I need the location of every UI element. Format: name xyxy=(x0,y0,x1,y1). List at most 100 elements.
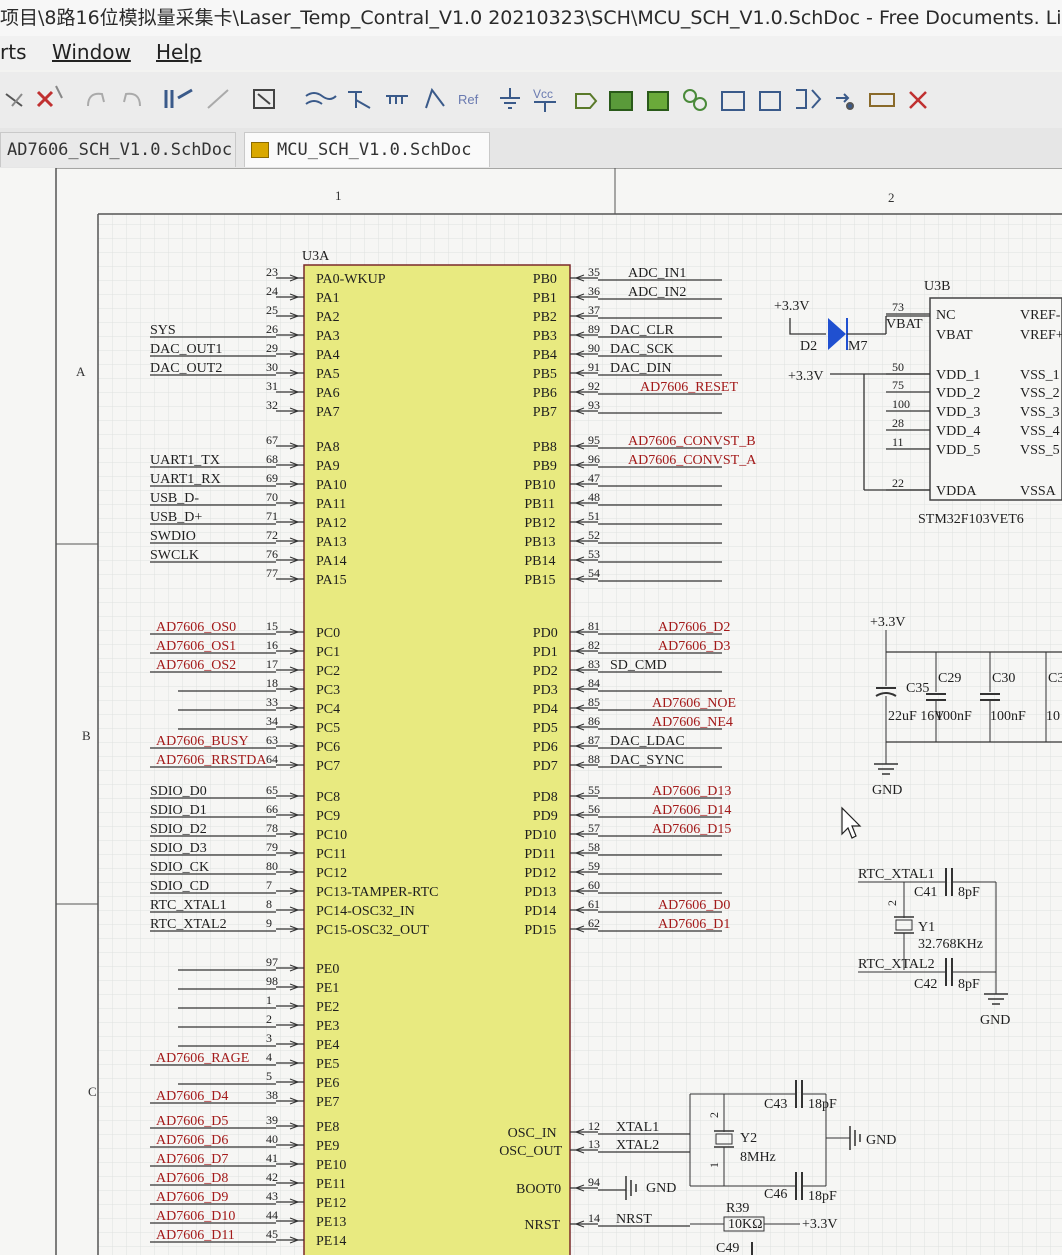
u3a-body[interactable] xyxy=(303,264,571,1255)
net-label: SDIO_D3 xyxy=(150,841,207,856)
pin-name: PB4 xyxy=(533,348,557,363)
pin-number: 14 xyxy=(588,1211,600,1225)
pin-name: PB12 xyxy=(524,516,555,531)
pin-name: PD7 xyxy=(533,759,558,774)
pin-name: PB6 xyxy=(533,386,557,401)
u3b-pin-vss4[interactable]: VSS_4 xyxy=(1020,424,1060,439)
redo-icon[interactable] xyxy=(123,92,141,107)
pin-number: 5 xyxy=(266,1069,272,1083)
component-icon[interactable] xyxy=(721,91,745,111)
pin-number: 86 xyxy=(588,714,600,728)
menu-item-help[interactable]: Help xyxy=(156,40,202,64)
pin-number: 25 xyxy=(266,303,278,317)
pin-name: PE12 xyxy=(316,1196,346,1211)
diode-part: M7 xyxy=(848,339,867,354)
pin-name: VDD_5 xyxy=(936,443,980,458)
u3b-pin-vref[interactable]: VREF- xyxy=(1020,308,1061,323)
net-label: AD7606_D8 xyxy=(156,1171,228,1186)
pin-name: PD8 xyxy=(533,790,558,805)
port-icon[interactable] xyxy=(575,93,598,109)
pin-name: PE11 xyxy=(316,1177,346,1192)
pin-number: 30 xyxy=(266,360,278,374)
pin-name: PD10 xyxy=(524,828,556,843)
bus-icon[interactable] xyxy=(305,92,337,105)
bus-entry-icon[interactable] xyxy=(348,91,371,109)
pin-number: 61 xyxy=(588,897,600,911)
net-label: AD7606_D9 xyxy=(156,1190,228,1205)
net-label: ADC_IN2 xyxy=(628,285,686,300)
pin-name: PE3 xyxy=(316,1019,339,1034)
net-label: SDIO_CD xyxy=(150,879,209,894)
pin-number: 1 xyxy=(266,993,272,1007)
pin-name: PB5 xyxy=(533,367,557,382)
harness-connector-icon[interactable] xyxy=(796,89,822,109)
window-title: 项目\8路16位模拟量采集卡\Laser_Temp_Contral_V1.0 2… xyxy=(0,7,1062,29)
pin-number: 89 xyxy=(588,322,600,336)
net-label-icon[interactable] xyxy=(425,87,445,109)
menu-item-reports[interactable]: rts xyxy=(0,40,26,64)
sheet-symbol-icon[interactable] xyxy=(609,91,633,111)
diode-ref: D2 xyxy=(800,339,817,354)
harness-icon[interactable] xyxy=(386,95,408,104)
undo-icon[interactable] xyxy=(87,92,105,107)
net-label: SYS xyxy=(150,323,176,338)
net-color-icon[interactable]: Ref xyxy=(458,92,479,107)
pin-number: 68 xyxy=(266,452,278,466)
u3b-pin-vss2[interactable]: VSS_2 xyxy=(1020,386,1060,401)
pin-name: PA8 xyxy=(316,440,340,455)
pin-name: PA6 xyxy=(316,386,340,401)
wire-icon[interactable] xyxy=(5,93,23,107)
pin-name: PA12 xyxy=(316,516,347,531)
cap-row-gnd: GND xyxy=(872,783,902,798)
c3x-ref: C3 xyxy=(1048,671,1062,686)
pin-name: PD13 xyxy=(524,885,556,900)
net-label: XTAL2 xyxy=(616,1138,659,1153)
u3b-pin-vbat[interactable]: VBAT xyxy=(936,328,973,343)
vcc-port-icon[interactable]: Vcc xyxy=(533,87,556,112)
pin-name: PC0 xyxy=(316,626,340,641)
text-frame-icon[interactable] xyxy=(759,91,781,111)
net-label: NRST xyxy=(616,1212,652,1227)
pin-number: 98 xyxy=(266,974,278,988)
pin-number: 3 xyxy=(266,1031,272,1045)
pin-number: 45 xyxy=(266,1227,278,1241)
pin-name: PE13 xyxy=(316,1215,346,1230)
tab-mcu-sch[interactable]: MCU_SCH_V1.0.SchDoc xyxy=(244,132,490,167)
pin-number: 36 xyxy=(588,284,600,298)
menu-item-window[interactable]: Window xyxy=(52,40,131,64)
zone-row-a: A xyxy=(76,364,86,379)
parts-icon[interactable] xyxy=(253,89,275,109)
y2-pin1: 1 xyxy=(707,1162,721,1168)
pin-name: PD2 xyxy=(533,664,558,679)
pin-number: 70 xyxy=(266,490,278,504)
no-erc-icon[interactable] xyxy=(36,85,63,108)
schematic-sheet[interactable]: 1 2 A B C U3A 23 PA0-WKUP 24 PA1 25 PA2 26 PA3 S… xyxy=(0,168,1062,1255)
cross-probe-icon[interactable] xyxy=(164,88,193,108)
u3b-pin-vss5[interactable]: VSS_5 xyxy=(1020,443,1060,458)
c29-ref: C29 xyxy=(938,671,961,686)
tab-ad7606-sch[interactable]: AD7606_SCH_V1.0.SchDoc xyxy=(0,132,236,167)
pin-number: 84 xyxy=(588,676,600,690)
y2-pin2: 2 xyxy=(707,1112,721,1118)
line-icon[interactable] xyxy=(207,89,229,109)
net-label: AD7606_NOE xyxy=(652,696,736,711)
directive-icon[interactable] xyxy=(836,93,854,110)
signal-harness-icon[interactable] xyxy=(869,93,895,107)
pin-number: 48 xyxy=(588,490,600,504)
pin-number: 15 xyxy=(266,619,278,633)
net-label: AD7606_CONVST_B xyxy=(628,434,756,449)
pin-name: PE10 xyxy=(316,1158,346,1173)
u3b-pin-vss1[interactable]: VSS_1 xyxy=(1020,368,1060,383)
net-label: AD7606_RESET xyxy=(640,380,738,395)
pin-name: PA13 xyxy=(316,535,347,550)
pin-name: VDD_4 xyxy=(936,424,980,439)
gnd-port-icon[interactable] xyxy=(500,88,520,109)
u3b-pin-vref[interactable]: VREF+ xyxy=(1020,328,1062,343)
no-erc-cross-icon[interactable] xyxy=(909,91,927,109)
sheet-entry-icon[interactable] xyxy=(647,91,669,111)
u3b-pin-vss3[interactable]: VSS_3 xyxy=(1020,405,1060,420)
device-sheet-icon[interactable] xyxy=(683,89,707,111)
pin-name: PE9 xyxy=(316,1139,339,1154)
u3b-pin-vssa[interactable]: VSSA xyxy=(1020,484,1057,499)
pin-number: 56 xyxy=(588,802,600,816)
